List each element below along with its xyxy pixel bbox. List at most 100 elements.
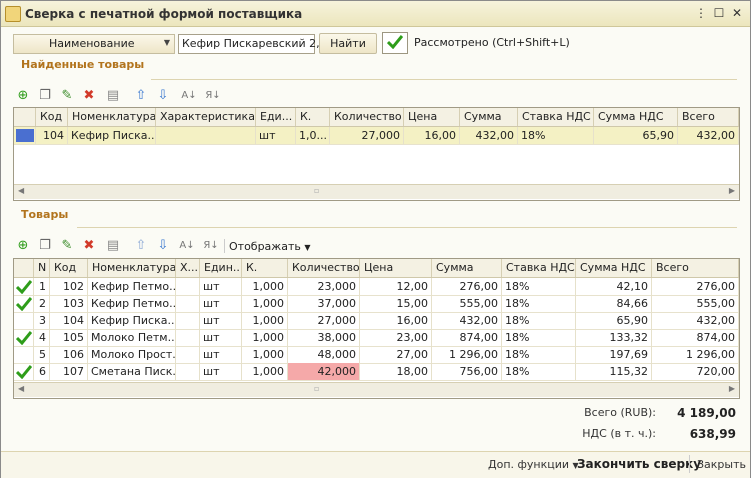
column-header[interactable]: Код (36, 108, 68, 126)
column-header[interactable]: Х... (176, 259, 200, 277)
column-header[interactable]: К. (242, 259, 288, 277)
cell-total: 1 296,00 (652, 346, 739, 363)
table-row[interactable]: 104 Кефир Писка... шт 1,0... 27,000 16,00 432,… (14, 127, 739, 145)
column-header[interactable]: Цена (404, 108, 460, 126)
cell-total: 276,00 (652, 278, 739, 295)
add-icon[interactable]: ⊕ (15, 88, 31, 104)
row-check-cell[interactable] (14, 295, 34, 312)
sort-desc-icon[interactable]: Я↓ (205, 88, 221, 104)
copy-icon[interactable]: ❐ (37, 238, 53, 254)
column-header[interactable]: Ставка НДС (518, 108, 594, 126)
column-header[interactable]: К. (296, 108, 330, 126)
cell-total: 432,00 (652, 312, 739, 329)
sort-asc-icon[interactable]: A↓ (181, 88, 197, 104)
sort-asc-icon[interactable]: A↓ (179, 238, 195, 254)
move-down-icon[interactable]: ⇩ (155, 88, 171, 104)
cell-price: 27,00 (360, 346, 432, 363)
row-check-cell[interactable] (14, 346, 34, 363)
column-header[interactable]: Сумма (432, 259, 502, 277)
extra-functions-menu[interactable]: Доп. функции ▼ (488, 458, 579, 471)
more-icon[interactable]: ⋮ (693, 6, 709, 20)
divider (77, 227, 737, 228)
copy-icon[interactable]: ❐ (37, 88, 53, 104)
cell-name: Молоко Прост... (88, 346, 176, 363)
column-header[interactable]: Количество (288, 259, 360, 277)
table-row[interactable]: 1 102 Кефир Петмо... шт 1,000 23,000 12,00 276,… (14, 278, 739, 296)
save-icon[interactable]: ▤ (105, 88, 121, 104)
cell-qty: 23,000 (288, 278, 360, 295)
chevron-down-icon: ▼ (163, 38, 170, 47)
finish-reconciliation-button[interactable]: Закончить сверку (577, 457, 701, 471)
reconciliation-window: Сверка с печатной формой поставщика ⋮ ☐ … (0, 0, 751, 478)
row-check-cell[interactable] (14, 329, 34, 346)
cell-vat_rate: 18% (502, 312, 576, 329)
column-header[interactable]: Всего (652, 259, 739, 277)
cell-n: 2 (34, 295, 50, 312)
table-row[interactable]: 6 107 Сметана Писк... шт 1,000 42,000 18,00 756… (14, 363, 739, 381)
save-icon[interactable]: ▤ (105, 238, 121, 254)
search-field-label: Наименование (49, 37, 135, 50)
row-check-cell[interactable] (14, 312, 34, 329)
column-header[interactable]: Един... (200, 259, 242, 277)
column-header[interactable]: Сумма НДС (576, 259, 652, 277)
cell-n: 6 (34, 363, 50, 380)
edit-icon[interactable]: ✎ (59, 238, 75, 254)
find-button[interactable]: Найти (319, 33, 377, 54)
display-menu[interactable]: Отображать ▼ (229, 240, 311, 253)
cell-name: Сметана Писк... (88, 363, 176, 380)
search-input[interactable]: Кефир Пискаревский 2,5 (178, 34, 327, 54)
column-header[interactable]: Количество (330, 108, 404, 126)
table-row[interactable]: 2 103 Кефир Петмо... шт 1,000 37,000 15,00 555,… (14, 295, 739, 313)
cell-x (176, 278, 200, 295)
close-icon[interactable]: ✕ (729, 6, 745, 20)
close-button[interactable]: Закрыть (697, 458, 746, 471)
cell-k: 1,000 (242, 346, 288, 363)
horizontal-scrollbar[interactable]: ◀ ▫ ▶ (14, 382, 739, 397)
found-toolbar: ⊕ ❐ ✎ ✖ ▤ ⇧ ⇩ A↓ Я↓ (13, 85, 413, 107)
delete-icon[interactable]: ✖ (81, 238, 97, 254)
cell-sum: 874,00 (432, 329, 502, 346)
cell-n: 3 (34, 312, 50, 329)
selection-marker-icon (16, 129, 34, 142)
column-header[interactable]: Характеристика (156, 108, 256, 126)
cell-sum: 432,00 (432, 312, 502, 329)
column-header[interactable]: Еди... (256, 108, 296, 126)
column-header[interactable]: Цена (360, 259, 432, 277)
move-up-icon[interactable]: ⇧ (133, 88, 149, 104)
horizontal-scrollbar[interactable]: ◀ ▫ ▶ (14, 184, 739, 199)
found-goods-title: Найденные товары (21, 58, 145, 71)
column-header[interactable]: Ставка НДС (502, 259, 576, 277)
column-header[interactable]: N (34, 259, 50, 277)
row-check-cell[interactable] (14, 278, 34, 295)
column-header[interactable]: Сумма НДС (594, 108, 678, 126)
found-header-row: Код Номенклатура Характеристика Еди... К. Кол… (14, 108, 739, 127)
check-icon (16, 365, 32, 379)
move-up-icon[interactable]: ⇧ (133, 238, 149, 254)
table-row[interactable]: 3 104 Кефир Писка... шт 1,000 27,000 16,00 432,… (14, 312, 739, 330)
search-field-select[interactable]: Наименование ▼ (13, 34, 175, 54)
add-icon[interactable]: ⊕ (15, 238, 31, 254)
table-row[interactable]: 5 106 Молоко Прост... шт 1,000 48,000 27,00 1 2… (14, 346, 739, 364)
restore-icon[interactable]: ☐ (711, 6, 727, 20)
sort-desc-icon[interactable]: Я↓ (203, 238, 219, 254)
cell-n: 4 (34, 329, 50, 346)
column-header[interactable]: Номенклатура (88, 259, 176, 277)
check-icon (387, 35, 403, 49)
search-bar: Наименование ▼ Кефир Пискаревский 2,5 На… (1, 27, 750, 57)
table-row[interactable]: 4 105 Молоко Петм... шт 1,000 38,000 23,00 874,… (14, 329, 739, 347)
cell-name: Кефир Писка... (68, 127, 156, 144)
edit-icon[interactable]: ✎ (59, 88, 75, 104)
column-header[interactable]: Номенклатура (68, 108, 156, 126)
cell-price: 12,00 (360, 278, 432, 295)
cell-name: Молоко Петм... (88, 329, 176, 346)
column-header[interactable]: Код (50, 259, 88, 277)
delete-icon[interactable]: ✖ (81, 88, 97, 104)
reviewed-checkbox[interactable] (382, 32, 408, 54)
column-header[interactable]: Сумма (460, 108, 518, 126)
column-header[interactable]: Всего (678, 108, 739, 126)
cell-qty: 48,000 (288, 346, 360, 363)
move-down-icon[interactable]: ⇩ (155, 238, 171, 254)
row-check-cell[interactable] (14, 363, 34, 380)
cell-price: 18,00 (360, 363, 432, 380)
cell-sum: 756,00 (432, 363, 502, 380)
